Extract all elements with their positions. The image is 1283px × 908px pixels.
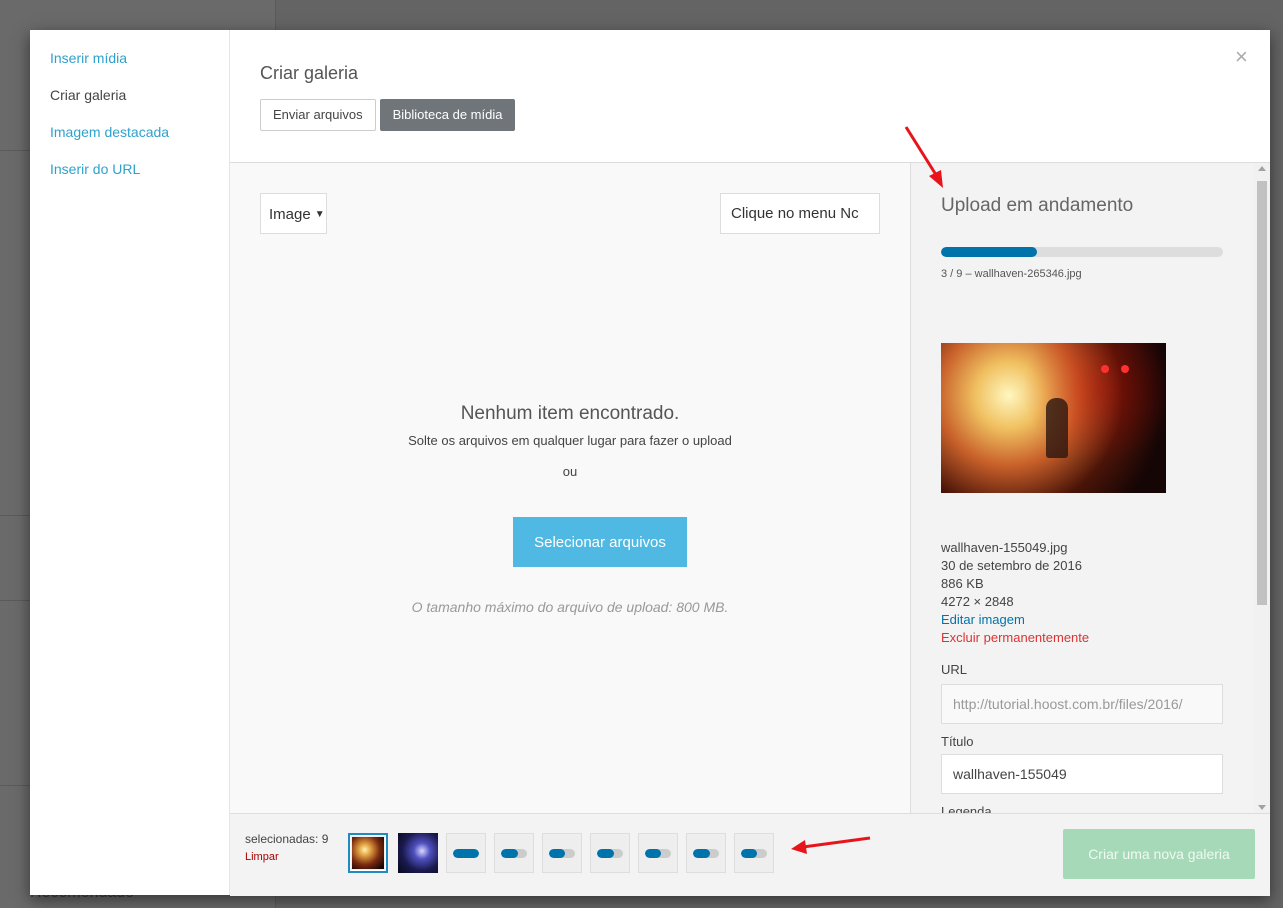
- or-separator: ou: [562, 464, 578, 479]
- close-icon[interactable]: ×: [1235, 44, 1248, 70]
- media-type-filter[interactable]: Image ▼: [260, 193, 327, 234]
- selection-thumbnail[interactable]: [494, 833, 534, 873]
- thumbnail-progress: [645, 849, 671, 858]
- upload-progress-fill: [941, 247, 1037, 257]
- tab-upload-files[interactable]: Enviar arquivos: [260, 99, 376, 131]
- selection-thumbnail[interactable]: [686, 833, 726, 873]
- thumbnail-progress-fill: [693, 849, 710, 858]
- thumbnail-image: [398, 833, 438, 873]
- caret-down-icon: ▼: [314, 209, 325, 220]
- url-label: URL: [941, 662, 968, 677]
- thumbnail-progress-fill: [501, 849, 518, 858]
- thumbnail-figure: [1046, 398, 1068, 458]
- create-gallery-button[interactable]: Criar uma nova galeria: [1063, 829, 1255, 879]
- delete-permanently-link[interactable]: Excluir permanentemente: [941, 630, 1089, 645]
- empty-title: Nenhum item encontrado.: [460, 403, 680, 424]
- attachment-dimensions: 4272 × 2848: [941, 594, 1014, 609]
- title-field[interactable]: [941, 754, 1223, 794]
- selection-thumbnail[interactable]: [446, 833, 486, 873]
- thumbnail-progress: [693, 849, 719, 858]
- thumbnail-progress: [597, 849, 623, 858]
- media-menu: Inserir mídia Criar galeria Imagem desta…: [30, 30, 230, 895]
- attachment-filename: wallhaven-155049.jpg: [941, 540, 1068, 555]
- thumbnail-progress-fill: [597, 849, 614, 858]
- upload-status: 3 / 9 – wallhaven-265346.jpg: [941, 268, 1082, 280]
- url-field[interactable]: [941, 684, 1223, 724]
- selection-thumbnail[interactable]: [590, 833, 630, 873]
- title-label: Título: [941, 734, 974, 749]
- frame-router: Enviar arquivos Biblioteca de mídia: [260, 99, 516, 131]
- thumbnail-progress: [501, 849, 527, 858]
- tab-media-library[interactable]: Biblioteca de mídia: [379, 99, 516, 131]
- thumbnail-progress-fill: [741, 849, 757, 858]
- annotation-arrow-head: [791, 840, 807, 854]
- scroll-down-icon[interactable]: [1258, 805, 1266, 810]
- sidebar-scrollbar[interactable]: [1254, 163, 1270, 813]
- frame-title: Criar galeria: [260, 63, 359, 83]
- clear-selection-link[interactable]: Limpar: [245, 851, 279, 863]
- select-files-button[interactable]: Selecionar arquivos: [513, 517, 687, 567]
- attachment-sidebar: Upload em andamento 3 / 9 – wallhaven-26…: [910, 163, 1255, 813]
- annotation-arrow-head: [929, 170, 943, 188]
- scroll-thumb[interactable]: [1257, 181, 1267, 605]
- selection-thumbnail[interactable]: [398, 833, 438, 873]
- thumbnail-progress: [741, 849, 767, 858]
- max-upload-size: O tamanho máximo do arquivo de upload: 8…: [411, 599, 729, 615]
- search-input[interactable]: [720, 193, 880, 234]
- scroll-up-icon[interactable]: [1258, 166, 1266, 171]
- menu-item-create-gallery[interactable]: Criar galeria: [50, 87, 126, 103]
- thumbnail-image: [352, 837, 384, 869]
- selection-thumbnail[interactable]: [348, 833, 388, 873]
- thumbnail-light: [1101, 365, 1109, 373]
- thumbnail-progress: [453, 849, 479, 858]
- attachment-thumbnail: [941, 343, 1166, 493]
- thumbnail-progress-fill: [645, 849, 661, 858]
- upload-title: Upload em andamento: [941, 195, 1134, 216]
- menu-item-insert-media[interactable]: Inserir mídia: [50, 50, 127, 66]
- selection-thumbnail[interactable]: [734, 833, 774, 873]
- annotation-arrow-icon: [791, 836, 871, 854]
- attachment-size: 886 KB: [941, 576, 984, 591]
- drop-instructions: Solte os arquivos em qualquer lugar para…: [408, 433, 732, 448]
- caption-label: Legenda: [941, 804, 992, 813]
- thumbnail-progress-fill: [549, 849, 565, 858]
- selection-count: selecionadas: 9: [245, 832, 329, 846]
- annotation-arrow-icon: [904, 126, 943, 188]
- thumbnail-light: [1121, 365, 1129, 373]
- edit-image-link[interactable]: Editar imagem: [941, 612, 1025, 627]
- thumbnail-progress-fill: [453, 849, 479, 858]
- media-modal: Inserir mídia Criar galeria Imagem desta…: [30, 30, 1270, 896]
- selection-thumbnail[interactable]: [542, 833, 582, 873]
- menu-item-featured-image[interactable]: Imagem destacada: [50, 124, 169, 140]
- annotation-arrow-line: [904, 126, 940, 179]
- attachment-date: 30 de setembro de 2016: [941, 558, 1082, 573]
- attachments-browser: Image▼ Nenhum item encontrado. Solte os …: [230, 163, 910, 813]
- menu-item-insert-from-url[interactable]: Inserir do URL: [50, 161, 140, 177]
- annotation-arrow-line: [802, 836, 871, 849]
- thumbnail-progress: [549, 849, 575, 858]
- upload-progress-bar: [941, 247, 1223, 257]
- media-type-filter-value: Image: [269, 206, 311, 223]
- selection-thumbnail[interactable]: [638, 833, 678, 873]
- media-toolbar: selecionadas: 9 Limpar Criar uma nova ga…: [230, 813, 1270, 896]
